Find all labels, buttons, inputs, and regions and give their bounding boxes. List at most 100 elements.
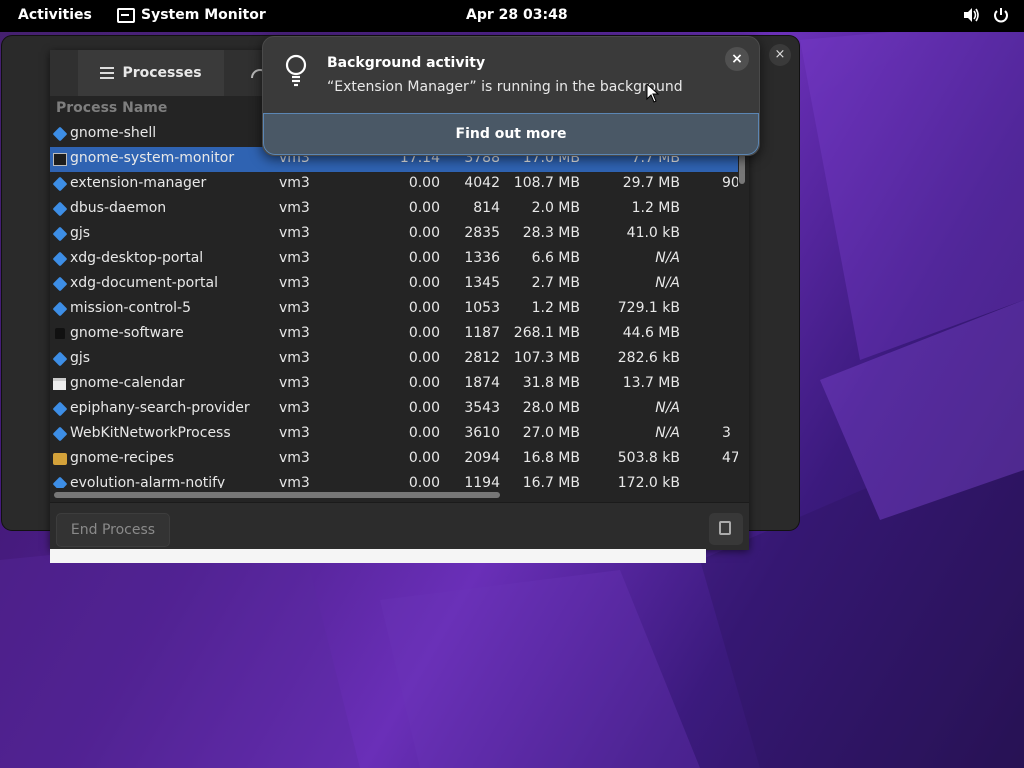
notification-close-button[interactable]: ×: [725, 47, 749, 71]
process-row[interactable]: WebKitNetworkProcess vm3 0.00 3610 27.0 MB N/…: [50, 422, 738, 447]
process-disk: 503.8 kB: [617, 450, 680, 466]
process-id: 1194: [464, 475, 500, 488]
volume-icon: [964, 8, 979, 22]
process-cpu: 0.00: [408, 250, 440, 266]
lightbulb-icon: [285, 54, 307, 87]
tab-processes-label: Processes: [122, 65, 202, 81]
column-process-name[interactable]: Process Name: [56, 100, 167, 116]
process-memory: 268.1 MB: [513, 325, 580, 341]
app-menu-label: System Monitor: [141, 7, 266, 23]
process-id: 1187: [464, 325, 500, 341]
process-disk: N/A: [655, 275, 680, 291]
process-row[interactable]: gjs vm3 0.00 2812 107.3 MB 282.6 kB: [50, 347, 738, 372]
app-menu[interactable]: System Monitor: [117, 7, 266, 23]
process-icon: [52, 251, 68, 267]
process-name: epiphany-search-provider: [70, 400, 250, 416]
system-tray[interactable]: [962, 6, 1010, 24]
process-user: vm3: [279, 250, 310, 266]
process-cpu: 0.00: [408, 175, 440, 191]
process-icon: [52, 126, 68, 142]
process-disk: N/A: [655, 400, 680, 416]
activities-button[interactable]: Activities: [18, 7, 92, 23]
process-disk: 41.0 kB: [626, 225, 680, 241]
process-user: vm3: [279, 275, 310, 291]
process-row[interactable]: dbus-daemon vm3 0.00 814 2.0 MB 1.2 MB: [50, 197, 738, 222]
find-out-more-button[interactable]: Find out more: [263, 113, 759, 155]
vertical-scrollbar[interactable]: [739, 154, 745, 184]
process-cpu: 0.00: [408, 200, 440, 216]
process-row[interactable]: gnome-calendar vm3 0.00 1874 31.8 MB 13.7 MB: [50, 372, 738, 397]
properties-button[interactable]: [709, 513, 743, 545]
process-user: vm3: [279, 350, 310, 366]
process-id: 1345: [464, 275, 500, 291]
process-name: dbus-daemon: [70, 200, 167, 216]
process-row[interactable]: mission-control-5 vm3 0.00 1053 1.2 MB 729.1 …: [50, 297, 738, 322]
process-disk: 44.6 MB: [622, 325, 680, 341]
end-process-button[interactable]: End Process: [56, 513, 170, 547]
process-row[interactable]: gjs vm3 0.00 2835 28.3 MB 41.0 kB: [50, 222, 738, 247]
horizontal-scrollbar[interactable]: [54, 492, 500, 498]
process-row[interactable]: gnome-software vm3 0.00 1187 268.1 MB 44.6 MB: [50, 322, 738, 347]
window-bottom-strip: [50, 549, 706, 563]
clock[interactable]: Apr 28 03:48: [466, 7, 568, 23]
tab-processes[interactable]: Processes: [78, 50, 224, 96]
notification-title: Background activity: [327, 55, 486, 71]
process-icon: [52, 201, 68, 217]
process-user: vm3: [279, 375, 310, 391]
process-user: vm3: [279, 225, 310, 241]
process-id: 1874: [464, 375, 500, 391]
process-name: gnome-system-monitor: [70, 150, 235, 166]
process-user: vm3: [279, 200, 310, 216]
process-icon: [52, 401, 68, 417]
process-memory: 108.7 MB: [513, 175, 580, 191]
top-bar: Activities System Monitor Apr 28 03:48: [0, 0, 1024, 32]
notification-banner[interactable]: Background activity “Extension Manager” …: [262, 36, 760, 156]
process-cpu: 0.00: [408, 425, 440, 441]
process-cpu: 0.00: [408, 450, 440, 466]
process-user: vm3: [279, 300, 310, 316]
process-name: xdg-desktop-portal: [70, 250, 204, 266]
process-memory: 2.7 MB: [531, 275, 580, 291]
process-cpu: 0.00: [408, 350, 440, 366]
process-cpu: 0.00: [408, 275, 440, 291]
process-id: 3610: [464, 425, 500, 441]
properties-icon: [719, 521, 731, 535]
footer-bar: End Process: [50, 502, 749, 550]
process-memory: 16.8 MB: [522, 450, 580, 466]
process-cpu: 0.00: [408, 300, 440, 316]
process-memory: 28.0 MB: [522, 400, 580, 416]
process-row[interactable]: xdg-document-portal vm3 0.00 1345 2.7 MB N/A: [50, 272, 738, 297]
process-cpu: 0.00: [408, 325, 440, 341]
process-memory: 6.6 MB: [531, 250, 580, 266]
process-name: gnome-recipes: [70, 450, 175, 466]
process-name: xdg-document-portal: [70, 275, 218, 291]
process-extra: 47: [722, 450, 738, 466]
process-row[interactable]: evolution-alarm-notify vm3 0.00 1194 16.7 MB…: [50, 472, 738, 488]
process-row[interactable]: gnome-recipes vm3 0.00 2094 16.8 MB 503.8 kB 4…: [50, 447, 738, 472]
process-name: gnome-software: [70, 325, 184, 341]
process-row[interactable]: extension-manager vm3 0.00 4042 108.7 MB 29.7…: [50, 172, 738, 197]
calendar-icon: [53, 378, 66, 390]
process-extra: 3: [722, 425, 731, 441]
process-id: 4042: [464, 175, 500, 191]
process-memory: 28.3 MB: [522, 225, 580, 241]
process-cpu: 0.00: [408, 475, 440, 488]
process-cpu: 0.00: [408, 400, 440, 416]
process-row[interactable]: xdg-desktop-portal vm3 0.00 1336 6.6 MB N/A: [50, 247, 738, 272]
process-disk: 29.7 MB: [622, 175, 680, 191]
process-list[interactable]: gnome-shell gnome-system-monitor vm3 17.14 3…: [50, 122, 738, 488]
process-user: vm3: [279, 400, 310, 416]
bag-icon: [55, 328, 65, 339]
process-icon: [52, 426, 68, 442]
process-extra: 90: [722, 175, 738, 191]
process-icon: [52, 276, 68, 292]
process-row[interactable]: epiphany-search-provider vm3 0.00 3543 28.0 …: [50, 397, 738, 422]
process-user: vm3: [279, 475, 310, 488]
process-disk: 282.6 kB: [617, 350, 680, 366]
process-name: gjs: [70, 350, 91, 366]
notification-body: “Extension Manager” is running in the ba…: [327, 79, 683, 95]
monitor-icon: [53, 153, 67, 166]
process-user: vm3: [279, 175, 310, 191]
process-cpu: 0.00: [408, 375, 440, 391]
background-window-close-button[interactable]: ×: [769, 44, 791, 66]
